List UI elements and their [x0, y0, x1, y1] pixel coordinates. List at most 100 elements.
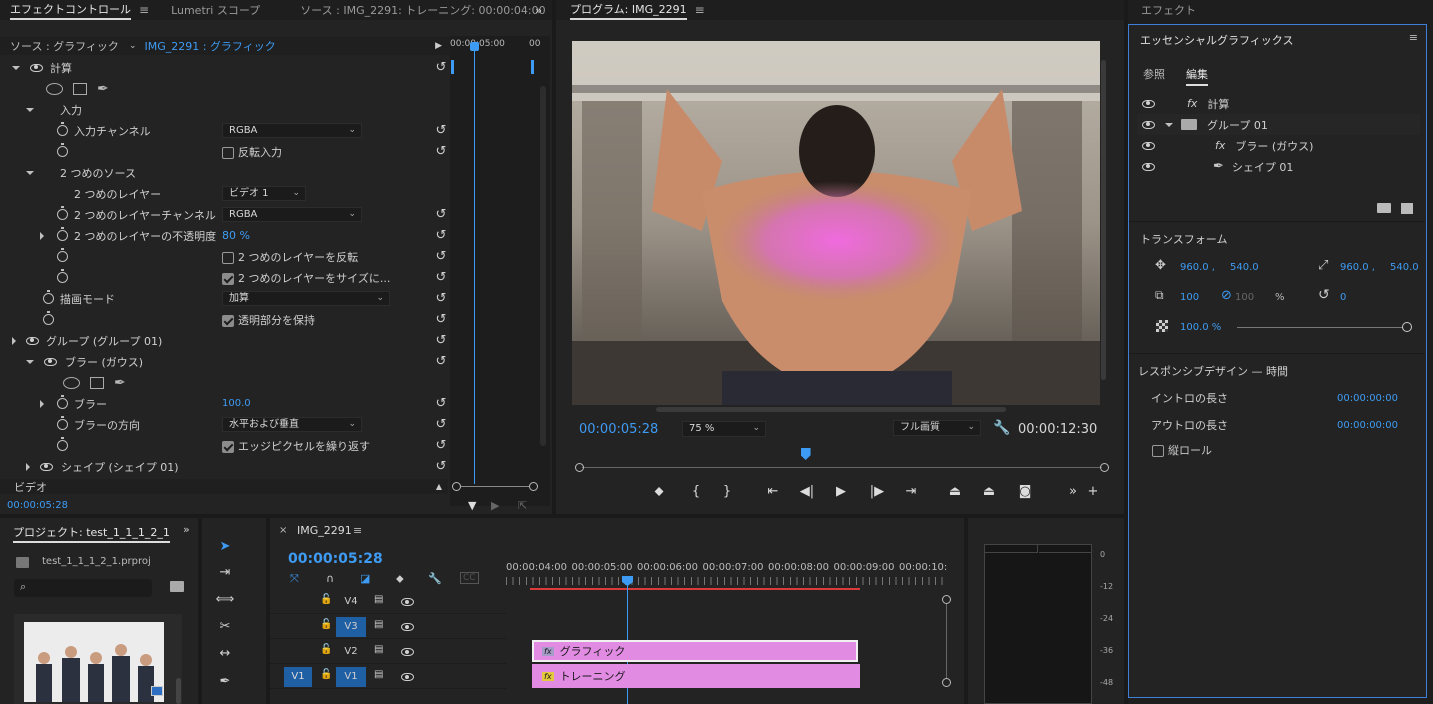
go-to-out-icon[interactable]: ⇥ [900, 484, 922, 499]
preserve-alpha-checkbox[interactable]: 透明部分を保持 [222, 312, 315, 328]
opacity-value[interactable]: 100.0 % [1180, 322, 1221, 333]
show-timeline-icon[interactable]: ▶ [435, 41, 442, 51]
rectangle-mask-icon[interactable] [90, 376, 104, 389]
tab-program[interactable]: プログラム: IMG_2291 ≡ [560, 0, 715, 20]
reset-icon[interactable]: ↺ [434, 417, 448, 432]
checkbox-checked-icon[interactable] [222, 272, 234, 285]
zoom-select[interactable]: 75 % ⌄ [682, 421, 766, 437]
position-y[interactable]: 540.0 [1230, 262, 1259, 273]
input-channel-select[interactable]: RGBA ⌄ [222, 123, 362, 138]
eye-icon[interactable] [1142, 141, 1155, 150]
expand-arrow-icon[interactable] [26, 107, 34, 112]
eye-icon[interactable] [1142, 162, 1155, 171]
eye-icon[interactable] [1142, 120, 1155, 129]
add-marker-icon[interactable]: ⬥ [396, 572, 404, 586]
track-label[interactable]: V4 [336, 592, 366, 612]
layer-row-group[interactable]: グループ 01 [1137, 114, 1420, 135]
clip-graphic[interactable]: fx グラフィック [532, 640, 858, 662]
reset-icon[interactable]: ↺ [434, 144, 448, 159]
layer-row-shape[interactable]: ✒ シェイプ 01 [1137, 156, 1420, 177]
effect-row-calc[interactable]: 計算 ↺ [0, 57, 448, 78]
effects-tab[interactable]: エフェクト [1141, 2, 1196, 18]
eye-icon[interactable] [401, 648, 414, 656]
track-header-v1[interactable]: V1 🔓 V1 ▤ [270, 665, 506, 689]
nest-icon[interactable]: ⤧ [290, 572, 299, 586]
reset-icon[interactable]: ↺ [434, 396, 448, 411]
ruler-end-handle[interactable] [1100, 463, 1109, 472]
opacity-slider-handle[interactable] [1402, 322, 1412, 332]
checkbox-checked-icon[interactable] [222, 440, 234, 453]
eye-icon[interactable] [401, 623, 414, 631]
slip-tool-icon[interactable]: ↔ [214, 643, 236, 665]
clip-dropdown-icon[interactable]: ⌄ [129, 41, 137, 51]
panel-overflow-icon[interactable]: » [183, 523, 190, 536]
video-section-header[interactable]: ビデオ ▲ [0, 479, 448, 494]
stopwatch-icon[interactable] [57, 227, 68, 241]
invert-input-checkbox[interactable]: 反転入力 [222, 144, 282, 160]
expand-arrow-icon[interactable] [1165, 122, 1173, 127]
stopwatch-icon[interactable] [57, 122, 68, 136]
camera-icon[interactable]: ◙ [1014, 484, 1036, 499]
razor-tool-icon[interactable]: ✂ [214, 616, 236, 638]
project-scrollbar[interactable] [176, 678, 181, 704]
track-label[interactable]: V1 [336, 667, 366, 687]
eye-icon[interactable] [30, 63, 43, 72]
program-playhead[interactable] [800, 448, 811, 460]
track-header-v2[interactable]: 🔓 V2 ▤ [270, 640, 506, 664]
lock-icon[interactable]: 🔓 [320, 644, 332, 655]
layer-row-calc[interactable]: fx 計算 [1137, 93, 1420, 114]
opacity-slider-track[interactable] [1237, 327, 1405, 328]
mini-timeline[interactable]: 00:00:05:00 00 [450, 36, 550, 506]
lock-icon[interactable]: 🔓 [320, 594, 332, 605]
work-area-bar[interactable] [530, 588, 860, 590]
timeline-scroll-handle-bottom[interactable] [942, 678, 951, 687]
source-patch-v1[interactable]: V1 [284, 667, 312, 687]
lock-icon[interactable]: 🔓 [320, 619, 332, 630]
eye-icon[interactable] [401, 598, 414, 606]
play-icon[interactable]: ▶ [830, 484, 852, 499]
step-back-icon[interactable]: ◀| [796, 484, 818, 499]
blend-mode-select[interactable]: 加算 ⌄ [222, 291, 390, 306]
clip-training[interactable]: fx トレーニング [532, 664, 860, 688]
group-second-source[interactable]: 2 つめのソース [0, 162, 448, 183]
expand-arrow-icon[interactable] [40, 399, 44, 408]
checkbox-checked-icon[interactable] [222, 314, 234, 327]
collapse-icon[interactable]: ▲ [436, 482, 442, 491]
checkbox-icon[interactable] [222, 146, 234, 159]
tab-edit[interactable]: 編集 [1186, 66, 1208, 86]
captions-icon[interactable]: CC [460, 572, 479, 584]
track-header-v3[interactable]: 🔓 V3 ▤ [270, 615, 506, 639]
reset-icon[interactable]: ↺ [434, 438, 448, 453]
sequence-tab[interactable]: IMG_2291 [297, 524, 352, 537]
mark-out-icon[interactable]: } [716, 484, 738, 499]
outro-value[interactable]: 00:00:00:00 [1337, 420, 1398, 431]
mark-in-icon[interactable]: { [685, 484, 707, 499]
reset-icon[interactable]: ↺ [434, 207, 448, 222]
tab-browse[interactable]: 参照 [1143, 66, 1165, 82]
project-search-input[interactable]: ⌕ [14, 579, 152, 597]
second-layer-select[interactable]: ビデオ 1 ⌄ [222, 186, 306, 201]
tab-lumetri-scopes[interactable]: Lumetri スコープ [161, 0, 270, 20]
project-title[interactable]: プロジェクト: test_1_1_1_2_1 [13, 524, 170, 543]
resize-second-checkbox[interactable]: 2 つめのレイヤーをサイズに... [222, 270, 390, 286]
stopwatch-icon[interactable] [57, 143, 68, 157]
blur-value[interactable]: 100.0 [222, 398, 251, 409]
panel-overflow-icon[interactable]: » [525, 0, 552, 20]
scale-value[interactable]: 100 [1180, 292, 1199, 303]
quality-select[interactable]: フル画質 ⌄ [893, 420, 981, 436]
clip-label[interactable]: IMG_2291 : グラフィック [144, 38, 275, 54]
wrench-icon[interactable]: 🔧 [993, 420, 1010, 436]
close-tab-icon[interactable]: × [279, 525, 287, 536]
intro-value[interactable]: 00:00:00:00 [1337, 393, 1398, 404]
layer-row-blur[interactable]: fx ブラー (ガウス) [1137, 135, 1420, 156]
panel-menu-icon[interactable]: ≡ [1409, 31, 1418, 44]
effect-row-shape[interactable]: シェイプ (シェイプ 01) ↺ [0, 456, 448, 477]
reset-icon[interactable]: ↺ [434, 333, 448, 348]
mini-zoom-bar[interactable] [452, 482, 538, 491]
eye-icon[interactable] [26, 336, 39, 345]
mini-scrollbar[interactable] [540, 86, 546, 446]
ruler-start-handle[interactable] [575, 463, 584, 472]
roll-checkbox[interactable]: 縦ロール [1152, 442, 1212, 458]
reset-icon[interactable]: ↺ [434, 60, 448, 75]
link-icon[interactable]: ⊘ [1221, 288, 1232, 303]
